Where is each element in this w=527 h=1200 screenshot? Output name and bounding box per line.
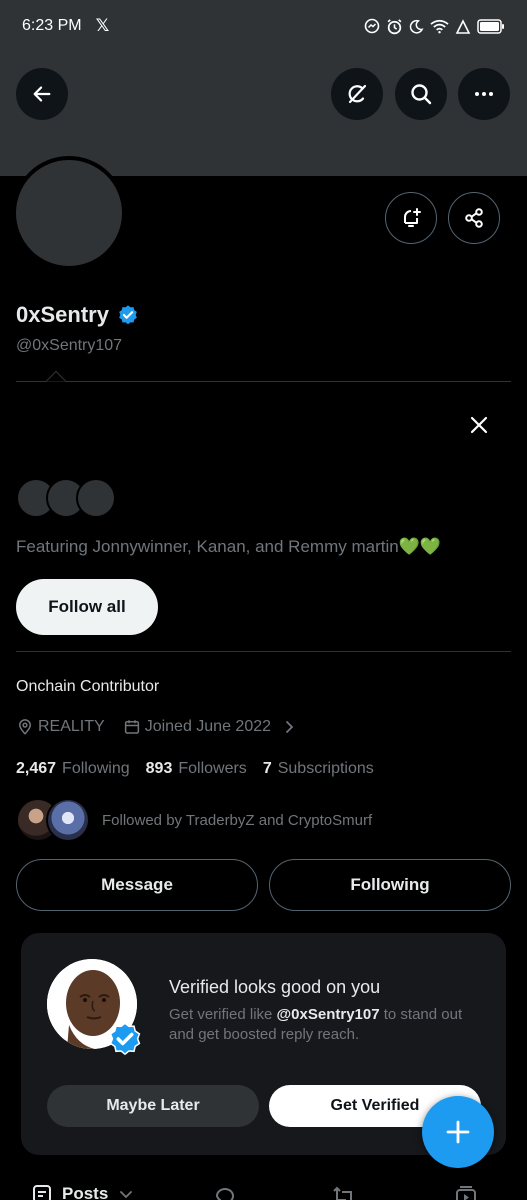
messenger-icon [364, 18, 380, 34]
share-icon [465, 208, 483, 228]
chevron-down-icon [120, 1191, 133, 1199]
search-icon [411, 84, 432, 105]
notification-add-icon [404, 208, 421, 227]
following-button[interactable]: Following [269, 859, 511, 911]
calendar-icon [124, 720, 139, 734]
close-suggestions-button[interactable] [466, 412, 492, 438]
maybe-later-button[interactable]: Maybe Later [47, 1085, 259, 1127]
share-button[interactable] [448, 192, 500, 244]
status-time: 6:23 PM [22, 17, 82, 34]
followers-count[interactable]: 893 [146, 760, 173, 778]
chevron-right-icon [286, 721, 294, 733]
tab-posts[interactable]: Posts [32, 1184, 134, 1200]
media-icon[interactable] [454, 1184, 478, 1200]
back-button[interactable] [16, 68, 68, 120]
follower-avatar [46, 798, 90, 842]
profile-bio: Onchain Contributor [16, 678, 160, 695]
suggestion-divider [16, 381, 511, 382]
moon-icon [409, 19, 424, 33]
posts-icon [33, 1185, 51, 1200]
repost-icon[interactable] [332, 1184, 356, 1200]
wifi-icon [430, 19, 449, 33]
following-count[interactable]: 2,467 [16, 760, 56, 778]
followed-by-avatars [16, 798, 92, 842]
alarm-icon [387, 18, 402, 34]
suggested-avatar [76, 478, 116, 518]
followers-label[interactable]: Followers [178, 760, 246, 778]
profile-handle: @0xSentry107 [16, 337, 123, 354]
follow-all-button[interactable]: Follow all [16, 579, 158, 635]
joined-text: Joined June 2022 [144, 718, 272, 735]
followed-by-text: Followed by TraderbyZ and CryptoSmurf [102, 811, 373, 829]
notification-button[interactable] [385, 192, 437, 244]
joined-date[interactable]: Joined June 2022 [123, 718, 297, 736]
message-button[interactable]: Message [16, 859, 258, 911]
promo-desc-handle: @0xSentry107 [276, 1006, 380, 1023]
display-name: 0xSentry [16, 302, 109, 327]
status-icons [364, 18, 505, 35]
name-row: 0xSentry [16, 302, 139, 328]
location: REALITY [16, 718, 105, 736]
profile-meta: REALITY Joined June 2022 [16, 718, 311, 736]
signal-icon [455, 18, 471, 34]
back-arrow-icon [33, 86, 51, 102]
search-button[interactable] [395, 68, 447, 120]
following-label[interactable]: Following [62, 760, 130, 778]
location-icon [18, 719, 32, 735]
tab-posts-label: Posts [62, 1184, 109, 1200]
plus-icon [446, 1120, 470, 1144]
suggested-avatars [16, 478, 116, 518]
promo-title: Verified looks good on you [169, 977, 381, 997]
battery-icon [477, 18, 504, 34]
more-button[interactable] [458, 68, 510, 120]
status-bar: 6:23 PM 𝕏 [0, 0, 527, 52]
close-icon [470, 416, 488, 434]
grok-button[interactable] [331, 68, 383, 120]
profile-avatar[interactable] [12, 156, 126, 270]
section-divider [16, 651, 511, 652]
verified-badge-icon [109, 1022, 141, 1056]
caret-up-icon [46, 370, 66, 382]
subscriptions-label[interactable]: Subscriptions [278, 760, 374, 778]
more-icon [475, 92, 493, 96]
promo-desc-prefix: Get verified like [169, 1006, 277, 1023]
compose-fab[interactable] [422, 1096, 494, 1168]
profile-stats: 2,467 Following 893 Followers 7 Subscrip… [16, 760, 384, 778]
reply-icon[interactable] [213, 1184, 237, 1200]
followed-by-row[interactable]: Followed by TraderbyZ and CryptoSmurf [16, 798, 372, 842]
featuring-text: Featuring Jonnywinner, Kanan, and Remmy … [16, 537, 442, 556]
grok-icon [348, 84, 367, 104]
verified-badge-icon[interactable] [117, 304, 139, 326]
location-text: REALITY [38, 718, 105, 735]
x-app-icon: 𝕏 [95, 16, 110, 35]
promo-description: Get verified like @0xSentry107 to stand … [169, 1005, 479, 1045]
subscriptions-count[interactable]: 7 [263, 760, 272, 778]
